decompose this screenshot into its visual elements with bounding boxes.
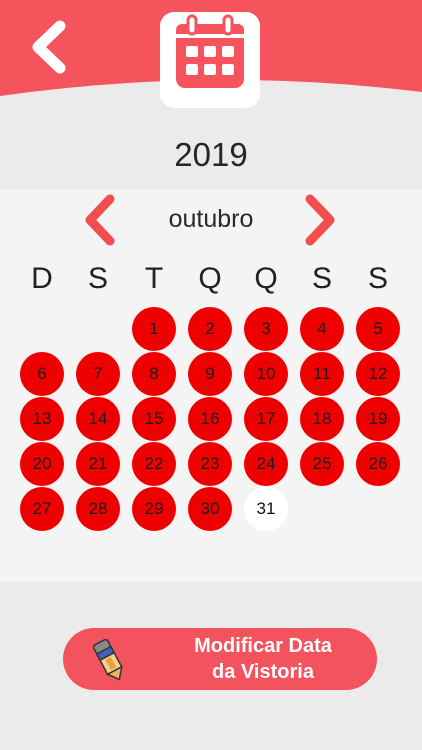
pencil-eraser-icon: [92, 638, 123, 681]
weekday-saturday: S: [367, 262, 388, 295]
day-booked[interactable]: 24: [244, 442, 288, 486]
modify-button-label: Modificar Data da Vistoria: [175, 633, 351, 685]
day-booked[interactable]: 28: [76, 487, 120, 531]
day-booked[interactable]: 16: [188, 397, 232, 441]
modify-inspection-date-button[interactable]: Modificar Data da Vistoria: [63, 628, 377, 690]
day-booked[interactable]: 19: [356, 397, 400, 441]
month-label: outubro: [168, 205, 254, 233]
day-booked[interactable]: 13: [20, 397, 64, 441]
day-booked[interactable]: 4: [300, 307, 344, 351]
day-booked[interactable]: 10: [244, 352, 288, 396]
weekday-friday: S: [311, 262, 332, 295]
next-month-button[interactable]: [300, 193, 340, 247]
day-booked[interactable]: 3: [244, 307, 288, 351]
chevron-right-icon: [305, 194, 335, 246]
day-booked[interactable]: 15: [132, 397, 176, 441]
day-booked[interactable]: 26: [356, 442, 400, 486]
day-booked[interactable]: 27: [20, 487, 64, 531]
modify-label-line2: da Vistoria: [212, 661, 314, 683]
weekday-header: D S T Q Q S S: [0, 262, 422, 302]
day-booked[interactable]: 9: [188, 352, 232, 396]
day-booked[interactable]: 23: [188, 442, 232, 486]
day-booked[interactable]: 30: [188, 487, 232, 531]
weekday-thursday: Q: [254, 262, 278, 295]
weekday-sunday: D: [31, 262, 53, 295]
year-label: 2019: [174, 136, 248, 173]
day-booked[interactable]: 8: [132, 352, 176, 396]
weekday-tuesday: T: [144, 262, 164, 295]
day-booked[interactable]: 22: [132, 442, 176, 486]
day-booked[interactable]: 11: [300, 352, 344, 396]
chevron-left-icon: [32, 20, 66, 74]
day-booked[interactable]: 5: [356, 307, 400, 351]
day-booked[interactable]: 21: [76, 442, 120, 486]
weekday-wednesday: Q: [198, 262, 222, 295]
day-booked[interactable]: 6: [20, 352, 64, 396]
day-booked[interactable]: 17: [244, 397, 288, 441]
day-booked[interactable]: 12: [356, 352, 400, 396]
back-button[interactable]: [24, 18, 76, 76]
day-available[interactable]: 31: [244, 487, 288, 531]
day-booked[interactable]: 7: [76, 352, 120, 396]
day-booked[interactable]: 2: [188, 307, 232, 351]
modify-label-line1: Modificar Data: [194, 635, 332, 657]
day-booked[interactable]: 1: [132, 307, 176, 351]
day-booked[interactable]: 18: [300, 397, 344, 441]
calendar-screen: 2019 outubro D S T Q Q S S 1 2 3 4 5 6 7 8 9 10 11…: [0, 0, 422, 750]
day-booked[interactable]: 20: [20, 442, 64, 486]
calendar-badge: [160, 12, 260, 108]
day-booked[interactable]: 14: [76, 397, 120, 441]
calendar-icon: [176, 14, 244, 88]
weekday-monday: S: [87, 262, 108, 295]
day-booked[interactable]: 25: [300, 442, 344, 486]
day-booked[interactable]: 29: [132, 487, 176, 531]
